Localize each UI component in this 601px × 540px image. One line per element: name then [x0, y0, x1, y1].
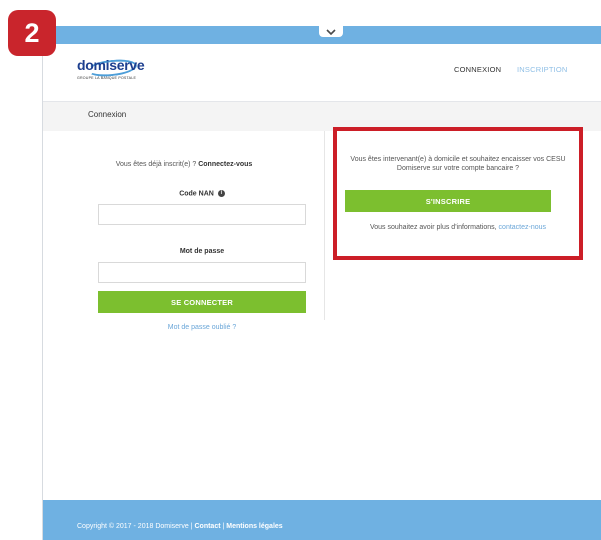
- forgot-password-link[interactable]: Mot de passe oublié ?: [98, 324, 306, 331]
- password-input[interactable]: [98, 262, 306, 283]
- site-footer: Copyright © 2017 - 2018 Domiserve | Cont…: [43, 500, 601, 540]
- footer-copyright: Copyright © 2017 - 2018 Domiserve |: [77, 523, 195, 530]
- footer-text: Copyright © 2017 - 2018 Domiserve | Cont…: [77, 523, 283, 530]
- screenshot: 2 domiserve GROUPE LA BANQUE POSTALE CON…: [0, 0, 601, 540]
- login-lead-bold: Connectez-vous: [198, 161, 253, 168]
- highlight-frame: [333, 127, 583, 260]
- top-bar: [43, 26, 601, 44]
- footer-legal-link[interactable]: Mentions légales: [226, 523, 282, 530]
- browser-page: domiserve GROUPE LA BANQUE POSTALE CONNE…: [42, 26, 601, 540]
- info-icon[interactable]: i: [217, 190, 225, 197]
- breadcrumb: Connexion: [88, 110, 127, 119]
- password-label: Mot de passe: [179, 248, 225, 255]
- chevron-down-icon: [326, 28, 336, 35]
- nav-inscription[interactable]: INSCRIPTION: [517, 65, 568, 74]
- site-header: domiserve GROUPE LA BANQUE POSTALE CONNE…: [43, 44, 601, 102]
- step-badge: 2: [8, 10, 56, 56]
- code-nan-label-text: Code NAN: [179, 190, 214, 198]
- login-button[interactable]: SE CONNECTER: [98, 291, 306, 313]
- top-toggle[interactable]: [319, 26, 343, 37]
- logo[interactable]: domiserve GROUPE LA BANQUE POSTALE: [77, 56, 145, 86]
- login-lead-text: Vous êtes déjà inscrit(e) ?: [115, 161, 199, 168]
- nav-connexion[interactable]: CONNEXION: [454, 65, 501, 74]
- logo-tagline: GROUPE LA BANQUE POSTALE: [77, 76, 137, 80]
- footer-contact-link[interactable]: Contact: [194, 523, 220, 530]
- logo-text: domiserve: [77, 57, 145, 73]
- code-nan-input[interactable]: [98, 204, 306, 225]
- login-panel: Vous êtes déjà inscrit(e) ? Connectez-vo…: [43, 131, 325, 331]
- code-nan-label: Code NAN i: [98, 190, 306, 197]
- login-lead: Vous êtes déjà inscrit(e) ? Connectez-vo…: [43, 161, 325, 168]
